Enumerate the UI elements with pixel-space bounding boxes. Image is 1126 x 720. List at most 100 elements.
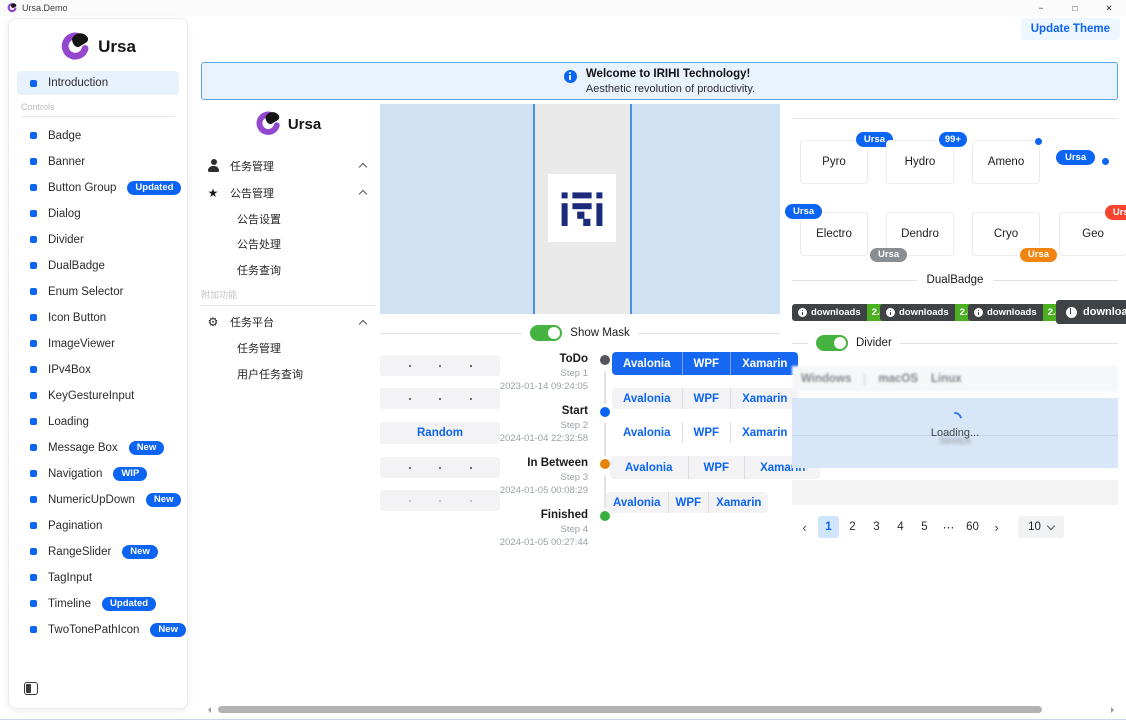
sidebar-item[interactable]: Dialog <box>17 202 179 226</box>
dual-badge-label: downloads <box>987 307 1037 318</box>
sidebar-item[interactable]: Button Group Updated <box>17 176 179 200</box>
wpf-button[interactable]: WPF <box>688 456 745 479</box>
page-button-60[interactable]: 60 <box>962 516 983 538</box>
sidebar-item[interactable]: Timeline Updated <box>17 592 179 616</box>
xamarin-button[interactable]: Xamarin <box>730 388 798 409</box>
tab-separator <box>864 373 865 385</box>
avalonia-button[interactable]: Avalonia <box>612 422 682 443</box>
xamarin-button[interactable]: Xamarin <box>730 422 798 443</box>
bullet-icon <box>30 314 37 321</box>
timeline-title: Start <box>498 404 588 419</box>
page-ellipsis[interactable]: ⋯ <box>938 516 959 538</box>
sidebar-item[interactable]: NumericUpDown New <box>17 488 179 512</box>
tab-macos[interactable]: macOS <box>878 373 918 385</box>
mask-guide-line <box>533 104 535 314</box>
sidebar-item[interactable]: IPv4Box <box>17 358 179 382</box>
sidebar-item[interactable]: Message Box New <box>17 436 179 460</box>
avalonia-button[interactable]: Avalonia <box>610 456 688 479</box>
tab-linux[interactable]: Linux <box>931 373 962 385</box>
sidebar-item[interactable]: Loading <box>17 410 179 434</box>
ursa-badge: Ursa <box>1105 205 1126 220</box>
card-label: Electro <box>816 228 852 240</box>
sidebar-item[interactable]: Pagination <box>17 514 179 538</box>
sidebar-item[interactable]: TagInput <box>17 566 179 590</box>
wpf-button[interactable]: WPF <box>682 422 731 443</box>
bullet-icon <box>30 600 37 607</box>
loading-spinner-icon <box>945 409 965 429</box>
tab-windows[interactable]: Windows <box>801 373 851 385</box>
menu-group-task-management[interactable]: 任务管理 <box>200 152 376 179</box>
bullet-icon <box>30 496 37 503</box>
page-button-5[interactable]: 5 <box>914 516 935 538</box>
menu-item-announcement-settings[interactable]: 公告设置 <box>200 206 376 232</box>
sidebar-item[interactable]: RangeSlider New <box>17 540 179 564</box>
sidebar-item-introduction[interactable]: Introduction <box>17 71 179 95</box>
avalonia-button[interactable]: Avalonia <box>612 352 682 375</box>
update-theme-button[interactable]: Update Theme <box>1021 18 1120 40</box>
wpf-button[interactable]: WPF <box>682 352 731 375</box>
wpf-button[interactable]: WPF <box>682 388 731 409</box>
maximize-icon[interactable]: □ <box>1058 0 1092 16</box>
menu-item-announcement-process[interactable]: 公告处理 <box>200 232 376 258</box>
close-icon[interactable]: ✕ <box>1092 0 1126 16</box>
random-button[interactable]: Random <box>380 422 500 444</box>
menu-group-label: 公告管理 <box>230 185 274 201</box>
ipv4-input[interactable] <box>380 355 500 376</box>
ipv4-input[interactable] <box>380 457 500 478</box>
sidebar-item[interactable]: DualBadge <box>17 254 179 278</box>
show-mask-toggle[interactable] <box>530 325 562 341</box>
bullet-icon <box>30 522 37 529</box>
sidebar-item[interactable]: Navigation WIP <box>17 462 179 486</box>
horizontal-scrollbar[interactable] <box>198 705 1124 715</box>
pagination: ‹ 1 2 3 4 5 ⋯ 60 › 10 <box>794 516 1064 538</box>
menu-group-task-platform[interactable]: ⚙ 任务平台 <box>200 309 376 336</box>
menu-item-user-task-query[interactable]: 用户任务查询 <box>200 361 376 387</box>
page-button-3[interactable]: 3 <box>866 516 887 538</box>
main-content: Update Theme Welcome to IRIHI Technology… <box>196 16 1126 719</box>
sidebar-item[interactable]: TwoTonePathIcon New <box>17 618 179 642</box>
sidebar-item[interactable]: Banner <box>17 150 179 174</box>
page-button-2[interactable]: 2 <box>842 516 863 538</box>
page-size-select[interactable]: 10 <box>1018 516 1064 538</box>
menu-group-label: 任务管理 <box>230 158 274 174</box>
ipv4-input[interactable] <box>380 388 500 409</box>
dot-badge <box>1035 138 1042 145</box>
chevron-up-icon <box>359 190 367 198</box>
divider-toggle[interactable] <box>816 335 848 351</box>
bullet-icon <box>30 132 37 139</box>
sidebar-item[interactable]: Divider <box>17 228 179 252</box>
next-page-icon[interactable]: › <box>986 516 1007 538</box>
banner-title: Welcome to IRIHI Technology! <box>586 68 755 80</box>
scroll-left-icon[interactable] <box>205 707 211 713</box>
sidebar-item[interactable]: Enum Selector <box>17 280 179 304</box>
avalonia-button[interactable]: Avalonia <box>606 492 668 513</box>
menu-group-announcement[interactable]: ★ 公告管理 <box>200 179 376 206</box>
timeline-item: ToDo Step 1 2023-01-14 09:24:05 <box>498 351 610 403</box>
xamarin-button[interactable]: Xamarin <box>708 492 768 513</box>
image-viewer[interactable] <box>380 104 780 314</box>
info-icon <box>886 308 895 317</box>
sidebar-item-label: Navigation <box>48 468 102 480</box>
menu-item-task-management[interactable]: 任务管理 <box>200 336 376 362</box>
scrollbar-thumb[interactable] <box>218 706 1042 713</box>
prev-page-icon[interactable]: ‹ <box>794 516 815 538</box>
minimize-icon[interactable]: − <box>1024 0 1058 16</box>
collapse-sidebar-icon[interactable] <box>24 682 38 695</box>
page-button-4[interactable]: 4 <box>890 516 911 538</box>
wpf-button[interactable]: WPF <box>668 492 709 513</box>
xamarin-button[interactable]: Xamarin <box>730 352 798 375</box>
sidebar-item[interactable]: Badge <box>17 124 179 148</box>
count-badge: 99+ <box>939 132 967 147</box>
badge-card-ameno: Ameno <box>972 140 1040 184</box>
sidebar-item[interactable]: Icon Button <box>17 306 179 330</box>
timeline-step: Step 3 <box>498 471 588 484</box>
sidebar-item[interactable]: KeyGestureInput <box>17 384 179 408</box>
menu-item-task-query[interactable]: 任务查询 <box>200 257 376 283</box>
page-button-1[interactable]: 1 <box>818 516 839 538</box>
mask-guide-line <box>630 104 632 314</box>
bullet-icon <box>30 340 37 347</box>
sidebar-item[interactable]: ImageViewer <box>17 332 179 356</box>
app-window: Ursa.Demo − □ ✕ Ursa Introduction Contro… <box>0 0 1126 720</box>
scroll-right-icon[interactable] <box>1111 707 1117 713</box>
avalonia-button[interactable]: Avalonia <box>612 388 682 409</box>
